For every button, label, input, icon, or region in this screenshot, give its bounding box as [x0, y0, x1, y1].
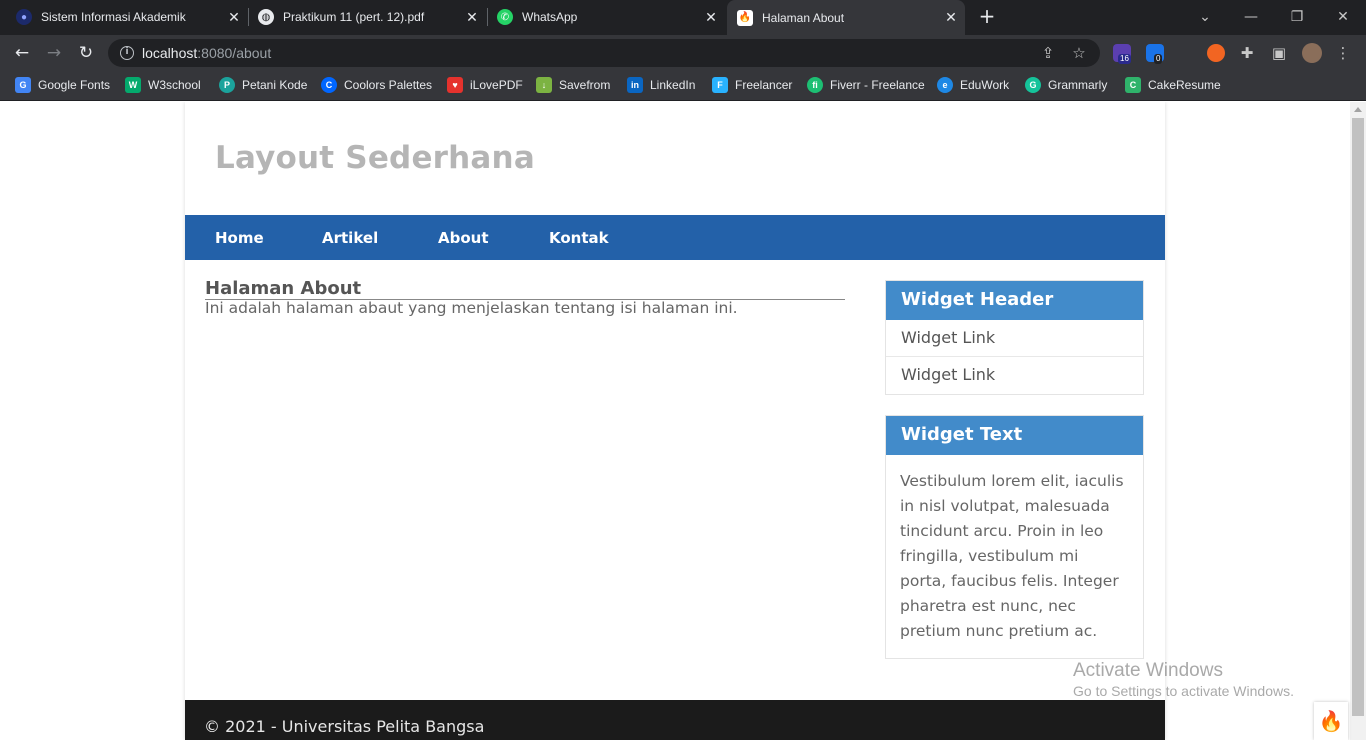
reload-icon[interactable]: ↻ [73, 40, 99, 66]
nav-kontak[interactable]: Kontak [549, 229, 609, 247]
extension-icon[interactable]: 0 [1146, 44, 1164, 64]
grammarly-icon: G [1025, 77, 1041, 93]
eduwork-icon: e [937, 77, 953, 93]
window-close-icon[interactable]: ✕ [1320, 0, 1366, 34]
bookmark-savefrom[interactable]: ↓ Savefrom [536, 77, 610, 93]
tab-praktikum-pdf[interactable]: ◍ Praktikum 11 (pert. 12).pdf ✕ [258, 0, 480, 34]
widget-link[interactable]: Widget Link [886, 320, 1143, 357]
tab-title: Praktikum 11 (pert. 12).pdf [283, 10, 425, 24]
forward-icon[interactable]: → [41, 40, 67, 66]
bookmark-coolors[interactable]: C Coolors Palettes [321, 77, 432, 93]
widget-text-header: Widget Text [886, 416, 1143, 455]
cakeresume-icon: C [1125, 77, 1141, 93]
back-icon[interactable]: ← [9, 40, 35, 66]
site-title: Layout Sederhana [215, 140, 535, 176]
bookmark-ilovepdf[interactable]: ♥ iLovePDF [447, 77, 523, 93]
tab-halaman-about[interactable]: 🔥 Halaman About ✕ [727, 0, 965, 35]
close-icon[interactable]: ✕ [703, 9, 719, 26]
extension-icon[interactable] [1207, 44, 1225, 62]
widget-links: Widget Header Widget Link Widget Link [885, 280, 1144, 395]
tab-strip: ● Sistem Informasi Akademik ✕ ◍ Praktiku… [0, 0, 1366, 35]
page-scrollbar[interactable] [1350, 102, 1366, 740]
site-footer: © 2021 - Universitas Pelita Bangsa [185, 700, 1165, 740]
scrollbar-thumb[interactable] [1352, 118, 1364, 716]
address-url[interactable]: localhost:8080/about [142, 45, 271, 61]
share-icon[interactable]: ⇪ [1040, 45, 1056, 61]
activate-windows-subtitle: Go to Settings to activate Windows. [1073, 683, 1294, 699]
widget-text-body: Vestibulum lorem elit, iaculis in nisl v… [900, 472, 1124, 640]
extensions-puzzle-icon[interactable]: ✚ [1239, 45, 1255, 61]
codeigniter-debug-toolbar-icon[interactable]: 🔥 [1314, 702, 1348, 740]
tab-title: Halaman About [762, 10, 845, 25]
profile-avatar[interactable] [1302, 43, 1322, 63]
minimize-icon[interactable]: — [1228, 0, 1274, 34]
site-header: Layout Sederhana [185, 102, 1165, 215]
address-bar[interactable]: i localhost:8080/about ⇪ ☆ [108, 39, 1100, 67]
university-icon: ● [16, 9, 32, 25]
main-nav: Home Artikel About Kontak [185, 215, 1165, 260]
close-icon[interactable]: ✕ [226, 9, 242, 26]
page-body-text: Ini adalah halaman abaut yang menjelaska… [205, 299, 738, 317]
site-info-icon[interactable]: i [120, 46, 134, 60]
linkedin-icon: in [627, 77, 643, 93]
bookmark-w3school[interactable]: W W3school [125, 77, 201, 93]
nav-artikel[interactable]: Artikel [322, 229, 378, 247]
bookmark-eduwork[interactable]: e EduWork [937, 77, 1009, 93]
tab-separator [248, 8, 249, 26]
globe-icon: ◍ [258, 9, 274, 25]
activate-windows-watermark: Activate Windows Go to Settings to activ… [1073, 660, 1294, 699]
extension-badge: 0 [1154, 54, 1163, 64]
google-fonts-icon: G [15, 77, 31, 93]
bookmark-linkedin[interactable]: in LinkedIn [627, 77, 695, 93]
bookmarks-bar: G Google Fonts W W3school P Petani Kode C Co… [0, 70, 1366, 101]
codeigniter-flame-icon: 🔥 [737, 9, 753, 26]
browser-toolbar: ← → ↻ i localhost:8080/about ⇪ ☆ 16 0 ✚ … [0, 35, 1366, 70]
side-panel-icon[interactable]: ▣ [1271, 45, 1287, 61]
nav-home[interactable]: Home [215, 229, 264, 247]
tab-sistem-informasi[interactable]: ● Sistem Informasi Akademik ✕ [16, 0, 242, 34]
fiverr-icon: fi [807, 77, 823, 93]
tab-whatsapp[interactable]: ✆ WhatsApp ✕ [497, 0, 719, 34]
activate-windows-title: Activate Windows [1073, 660, 1223, 681]
extension-badge: 16 [1118, 54, 1131, 64]
page-viewport: Layout Sederhana Home Artikel About Kont… [0, 102, 1350, 740]
whatsapp-icon: ✆ [497, 9, 513, 25]
new-tab-button[interactable]: + [977, 6, 997, 26]
tab-title: Sistem Informasi Akademik [41, 10, 186, 24]
w3school-icon: W [125, 77, 141, 93]
bookmark-petani-kode[interactable]: P Petani Kode [219, 77, 307, 93]
ilovepdf-heart-icon: ♥ [447, 77, 463, 93]
savefrom-arrow-icon: ↓ [536, 77, 552, 93]
main-content: Halaman About Ini adalah halaman abaut y… [205, 278, 845, 318]
restore-icon[interactable]: ❐ [1274, 0, 1320, 34]
bookmark-star-icon[interactable]: ☆ [1071, 45, 1087, 61]
close-icon[interactable]: ✕ [464, 9, 480, 26]
close-icon[interactable]: ✕ [943, 9, 959, 26]
footer-copyright: © 2021 - Universitas Pelita Bangsa [204, 717, 485, 736]
tab-search-icon[interactable]: ⌄ [1182, 0, 1228, 34]
tab-separator [487, 8, 488, 26]
scroll-up-arrow-icon[interactable] [1354, 107, 1362, 112]
nav-about[interactable]: About [438, 229, 489, 247]
extension-icon[interactable]: 16 [1113, 44, 1131, 64]
bookmark-google-fonts[interactable]: G Google Fonts [15, 77, 110, 93]
widget-header: Widget Header [886, 281, 1143, 320]
widget-text: Widget Text Vestibulum lorem elit, iacul… [885, 415, 1144, 659]
coolors-icon: C [321, 77, 337, 93]
bookmark-fiverr[interactable]: fi Fiverr - Freelance [807, 77, 925, 93]
bookmark-freelancer[interactable]: F Freelancer [712, 77, 792, 93]
widget-link[interactable]: Widget Link [886, 357, 1143, 394]
petani-kode-icon: P [219, 77, 235, 93]
freelancer-icon: F [712, 77, 728, 93]
page-heading: Halaman About [205, 278, 845, 300]
page-container: Layout Sederhana Home Artikel About Kont… [185, 102, 1165, 740]
bookmark-cakeresume[interactable]: C CakeResume [1125, 77, 1221, 93]
tab-title: WhatsApp [522, 10, 578, 24]
bookmark-grammarly[interactable]: G Grammarly [1025, 77, 1107, 93]
menu-kebab-icon[interactable]: ⋮ [1335, 45, 1351, 61]
